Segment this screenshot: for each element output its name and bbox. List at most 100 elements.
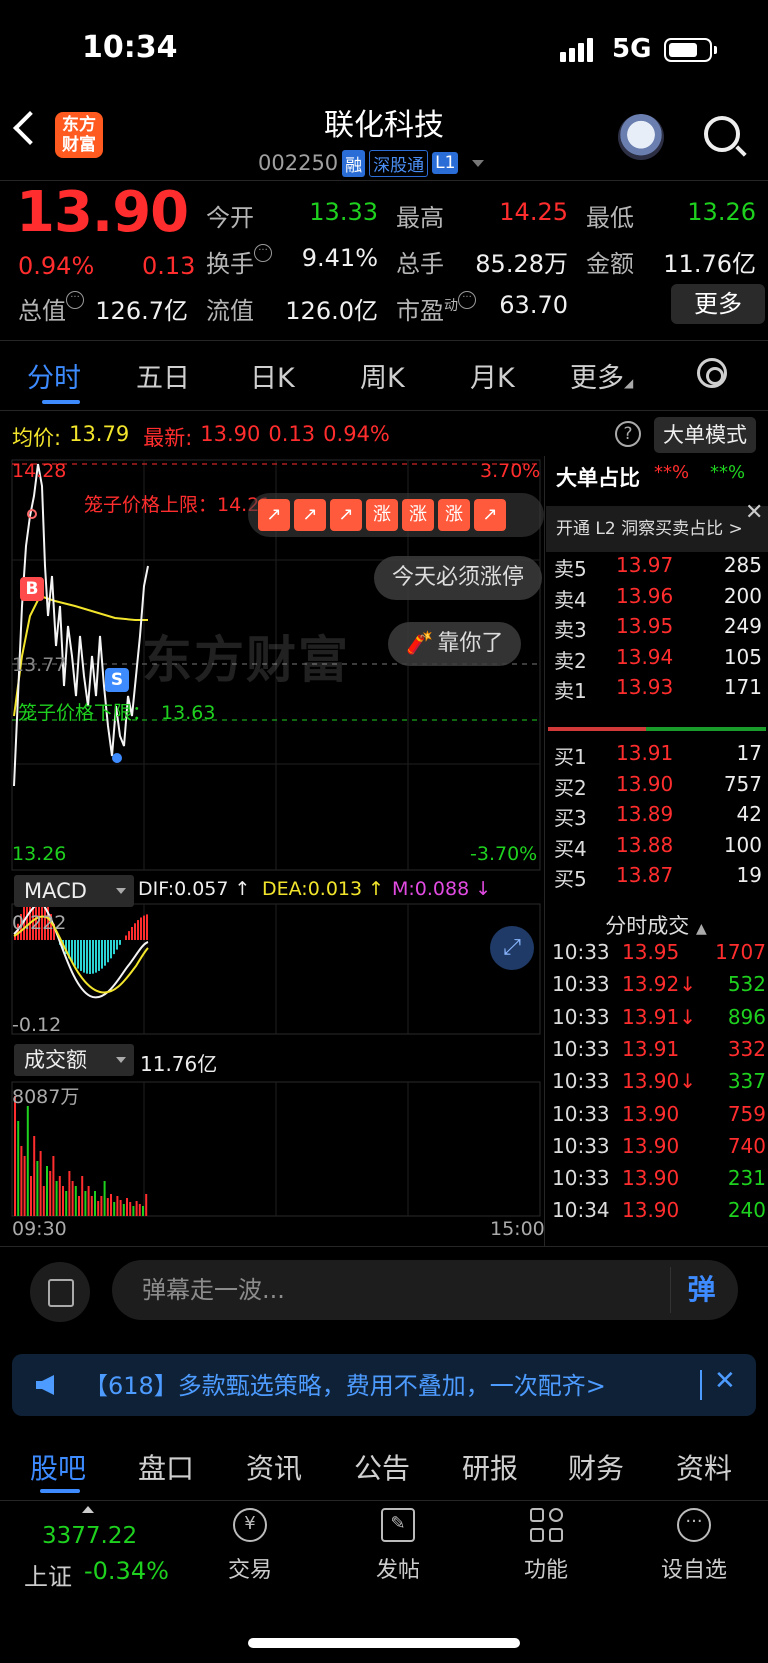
volume-total: 11.76亿 [140, 1052, 218, 1076]
nav-functions-label: 功能 [523, 1558, 568, 1583]
tab-daily-k[interactable]: 日K [250, 356, 295, 395]
tab-weekly-k[interactable]: 周K [360, 356, 405, 395]
sell-marker[interactable]: S [105, 668, 129, 692]
btab-finance[interactable]: 财务 [568, 1447, 624, 1487]
volume-bar [145, 1194, 148, 1216]
macd-bar [119, 940, 121, 945]
btab-announcements[interactable]: 公告 [354, 1447, 410, 1487]
close-icon[interactable]: ✕ [714, 1366, 736, 1396]
level-volume: 757 [723, 771, 762, 796]
nav-post[interactable]: ✎ 发帖 [348, 1508, 448, 1584]
gear-icon[interactable] [697, 358, 727, 388]
index-value[interactable]: 3377.22 [42, 1523, 137, 1549]
tab-more[interactable]: 更多◢ [570, 356, 633, 395]
macd-m-value: M:0.088 ↓ [392, 878, 492, 900]
buy-marker[interactable]: B [20, 577, 44, 601]
volume-bar [33, 1136, 36, 1216]
macd-selector[interactable]: MACD [14, 875, 134, 907]
asks-level-2[interactable]: 卖4 13.96 200 [546, 584, 766, 616]
volume-bar [119, 1200, 122, 1216]
index-change[interactable]: -0.34% [84, 1557, 169, 1585]
index-name[interactable]: 上证 [24, 1557, 72, 1592]
level-label: 卖2 [554, 648, 587, 673]
big-order-mode-button[interactable]: 大单模式 [654, 417, 756, 453]
home-indicator [248, 1638, 520, 1648]
volume-bar [55, 1181, 58, 1216]
info-dots-icon: ··· [254, 244, 272, 262]
volume-bar [138, 1204, 141, 1216]
asks-level-5[interactable]: 卖1 13.93 171 [546, 675, 766, 707]
bids-level-1[interactable]: 买1 13.91 17 [546, 741, 766, 773]
trade-price: 13.95 [622, 940, 680, 964]
asks-level-4[interactable]: 卖2 13.94 105 [546, 645, 766, 677]
macd-bar [131, 927, 133, 940]
ad-text[interactable]: 【618】多款甄选策略，费用不叠加，一次配齐> [84, 1366, 606, 1401]
trade-time: 10:33 [552, 1069, 610, 1094]
chevron-down-icon[interactable] [472, 159, 485, 167]
info-dots-icon: ··· [66, 291, 84, 309]
tab-five-day[interactable]: 五日 [136, 356, 190, 395]
close-icon[interactable]: ✕ [745, 500, 763, 525]
bids-level-4[interactable]: 买4 13.88 100 [546, 833, 766, 865]
order-book-split [548, 727, 766, 731]
volume-bar [52, 1156, 55, 1216]
l2-promo-link[interactable]: 开通 L2 洞察买卖占比 > [546, 506, 768, 552]
asks-level-3[interactable]: 卖3 13.95 249 [546, 614, 766, 646]
bids-level-3[interactable]: 买3 13.89 42 [546, 802, 766, 834]
more-button[interactable]: 更多 [671, 284, 765, 324]
danmaku-bubble: 今天必须涨停 [374, 556, 543, 600]
search-icon[interactable] [704, 116, 740, 152]
btab-research[interactable]: 研报 [462, 1447, 518, 1487]
btab-orderbook[interactable]: 盘口 [138, 1447, 194, 1487]
tab-intraday[interactable]: 分时 [27, 356, 81, 395]
nav-trade-label: 交易 [227, 1558, 272, 1583]
nav-trade[interactable]: ¥ 交易 [200, 1508, 300, 1584]
volume-value: 85.28万 [475, 250, 568, 278]
trade-price: 13.91 [622, 1036, 680, 1061]
volume-bar [14, 1096, 16, 1216]
caret-up-icon [82, 1506, 94, 1513]
macd-bar [74, 940, 76, 966]
trades-title[interactable]: 分时成交 ▲ [546, 910, 766, 940]
turnover-label: 换手 ··· [206, 244, 272, 279]
connect-tag: 深股通 [369, 149, 429, 177]
level-label: 卖4 [554, 587, 587, 612]
danmaku-settings-icon[interactable] [30, 1262, 90, 1322]
help-icon[interactable]: ? [615, 421, 641, 447]
trade-row: 10:34 13.90 240 [552, 1198, 766, 1230]
amount-label: 金额 [586, 250, 634, 278]
bids-level-2[interactable]: 买2 13.90 757 [546, 772, 766, 804]
volume-selector[interactable]: 成交额 [14, 1044, 134, 1076]
last-label: 最新: [143, 426, 193, 450]
stock-code-row[interactable]: 002250 融 深股通 L1 [258, 148, 485, 178]
open-label: 今开 [206, 204, 254, 232]
trade-time: 10:33 [552, 940, 610, 964]
btab-news[interactable]: 资讯 [246, 1447, 302, 1487]
stock-code: 002250 [258, 151, 339, 175]
volume-bar [100, 1196, 103, 1216]
big-order-title: 大单占比 [556, 466, 640, 490]
btab-forum[interactable]: 股吧 [30, 1447, 86, 1487]
macd-bar [116, 940, 118, 950]
nav-functions[interactable]: 功能 [496, 1508, 596, 1584]
trade-time: 10:34 [552, 1198, 610, 1223]
btab-profile[interactable]: 资料 [676, 1447, 732, 1487]
danmaku-send-button[interactable]: 弹 [670, 1267, 732, 1313]
volume-bar [17, 1121, 20, 1216]
low-point-marker [112, 753, 122, 763]
danmaku-input[interactable]: 弹幕走一波... [112, 1260, 738, 1320]
margin-tag: 融 [342, 149, 366, 177]
nav-watchlist[interactable]: ··· 设自选 [644, 1508, 744, 1584]
time-end-label: 15:00 [490, 1218, 545, 1240]
asks-level-1[interactable]: 卖5 13.97 285 [546, 553, 766, 585]
danmaku-bubble: 🧨 靠你了 [388, 622, 522, 666]
expand-icon[interactable]: ⤢ [490, 926, 534, 970]
level-volume: 249 [723, 614, 762, 638]
robot-assistant-icon[interactable] [618, 114, 664, 160]
last-value: 13.90 [200, 422, 261, 446]
avg-value: 13.79 [69, 422, 130, 446]
tab-monthly-k[interactable]: 月K [470, 356, 515, 395]
volume-bar [74, 1186, 77, 1216]
level-label: 买4 [554, 836, 587, 861]
bids-level-5[interactable]: 买5 13.87 19 [546, 863, 766, 895]
